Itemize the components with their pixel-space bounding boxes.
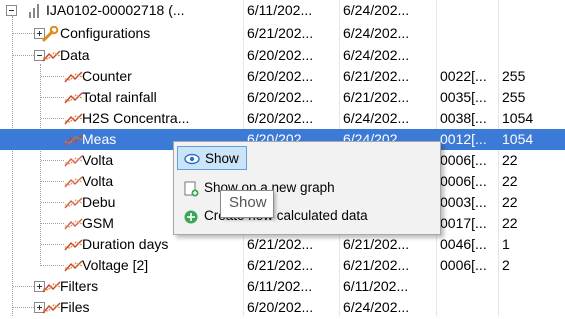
- col-end-date: 6/24/202...: [343, 47, 410, 63]
- series-icon: [42, 279, 62, 298]
- add-icon: [183, 209, 199, 228]
- row-name: Data: [60, 47, 90, 63]
- col-start-date: 6/11/202...: [247, 2, 313, 18]
- col-end-date: 6/24/202...: [343, 110, 410, 126]
- new-graph-icon: [183, 181, 199, 200]
- col-end-date: 6/21/202...: [343, 257, 410, 273]
- series-icon: [64, 174, 84, 193]
- series-icon: [64, 258, 84, 277]
- collapse-icon[interactable]: [6, 5, 17, 16]
- series-icon: [42, 48, 62, 67]
- col-end-date: 6/11/202...: [343, 278, 409, 294]
- series-icon: [64, 237, 84, 256]
- col-end-date: 6/24/202...: [343, 2, 410, 18]
- col-channel: 0017[...: [440, 215, 487, 231]
- series-icon: [64, 111, 84, 130]
- col-value: 22: [502, 215, 518, 231]
- col-end-date: 6/21/202...: [343, 236, 410, 252]
- row-name: Voltage [2]: [82, 257, 149, 273]
- context-menu: Show Show on a new graph Create new calc…: [173, 141, 441, 235]
- col-value: 22: [502, 194, 518, 210]
- col-value: 1: [502, 236, 510, 252]
- tree-row[interactable]: H2S Concentra... 6/20/202... 6/24/202... 00…: [0, 108, 565, 129]
- col-channel: 0003[...: [440, 194, 487, 210]
- col-channel: 0022[...: [440, 68, 487, 84]
- col-value: 22: [502, 173, 518, 189]
- col-channel: 0038[...: [440, 110, 487, 126]
- col-start-date: 6/21/202...: [247, 257, 314, 273]
- series-icon: [64, 132, 84, 151]
- tree-row[interactable]: Files 6/20/202... 6/24/202...: [0, 297, 565, 318]
- tree-row[interactable]: Filters 6/11/202... 6/11/202...: [0, 276, 565, 297]
- col-start-date: 6/21/202...: [247, 25, 314, 41]
- tree-row[interactable]: Data 6/20/202... 6/24/202...: [0, 45, 565, 66]
- col-start-date: 6/20/202...: [247, 89, 314, 105]
- col-value: 1054: [502, 131, 534, 147]
- row-name: H2S Concentra...: [82, 110, 190, 126]
- series-icon: [64, 69, 84, 88]
- col-value: 255: [502, 89, 526, 105]
- menu-label: Show: [205, 151, 239, 166]
- col-end-date: 6/21/202...: [343, 89, 410, 105]
- col-channel: 0006[...: [440, 173, 487, 189]
- col-channel: 0046[...: [440, 236, 487, 252]
- menu-item-show-new-graph[interactable]: Show on a new graph: [177, 176, 435, 200]
- series-icon: [64, 90, 84, 109]
- menu-item-show[interactable]: Show: [177, 146, 247, 170]
- row-name: Duration days: [82, 236, 169, 252]
- col-channel: 0012[...: [440, 131, 487, 147]
- col-start-date: 6/20/202...: [247, 299, 314, 315]
- col-start-date: 6/20/202...: [247, 47, 314, 63]
- row-name: IJA0102-00002718 (...: [46, 2, 185, 18]
- col-channel: 0035[...: [440, 89, 487, 105]
- bar-chart-icon: [28, 3, 42, 22]
- row-name: Configurations: [60, 25, 151, 41]
- wrench-icon: [42, 25, 60, 45]
- tree-row[interactable]: Counter 6/20/202... 6/21/202... 0022[... 255: [0, 66, 565, 87]
- col-start-date: 6/20/202...: [247, 68, 314, 84]
- series-icon: [42, 300, 62, 319]
- series-icon: [64, 195, 84, 214]
- col-value: 255: [502, 68, 526, 84]
- col-end-date: 6/24/202...: [343, 25, 410, 41]
- col-channel: 0006[...: [440, 257, 487, 273]
- tree-row[interactable]: Total rainfall 6/20/202... 6/21/202... 0035…: [0, 87, 565, 108]
- col-end-date: 6/24/202...: [343, 299, 410, 315]
- col-value: 1054: [502, 110, 534, 126]
- tooltip: Show: [220, 190, 274, 218]
- menu-item-create-calculated[interactable]: Create new calculated data: [177, 204, 435, 228]
- tree-row[interactable]: Duration days 6/21/202... 6/21/202... 0046[…: [0, 234, 565, 255]
- col-value: 22: [502, 152, 518, 168]
- col-end-date: 6/21/202...: [343, 68, 410, 84]
- tooltip-text: Show: [229, 194, 267, 211]
- tree-row[interactable]: Voltage [2] 6/21/202... 6/21/202... 0006[..…: [0, 255, 565, 276]
- col-start-date: 6/21/202...: [247, 236, 314, 252]
- series-icon: [64, 216, 84, 235]
- tree-row[interactable]: IJA0102-00002718 (... 6/11/202... 6/24/202…: [0, 0, 565, 21]
- col-channel: 0006[...: [440, 152, 487, 168]
- col-start-date: 6/20/202...: [247, 110, 314, 126]
- row-name: Files: [60, 299, 90, 315]
- row-name: Total rainfall: [82, 89, 157, 105]
- eye-icon: [184, 152, 200, 169]
- tree-row[interactable]: Configurations 6/21/202... 6/24/202...: [0, 23, 565, 44]
- row-name: Counter: [82, 68, 132, 84]
- row-name: Filters: [60, 278, 99, 294]
- series-icon: [64, 153, 84, 172]
- col-start-date: 6/11/202...: [247, 278, 313, 294]
- col-value: 2: [502, 257, 510, 273]
